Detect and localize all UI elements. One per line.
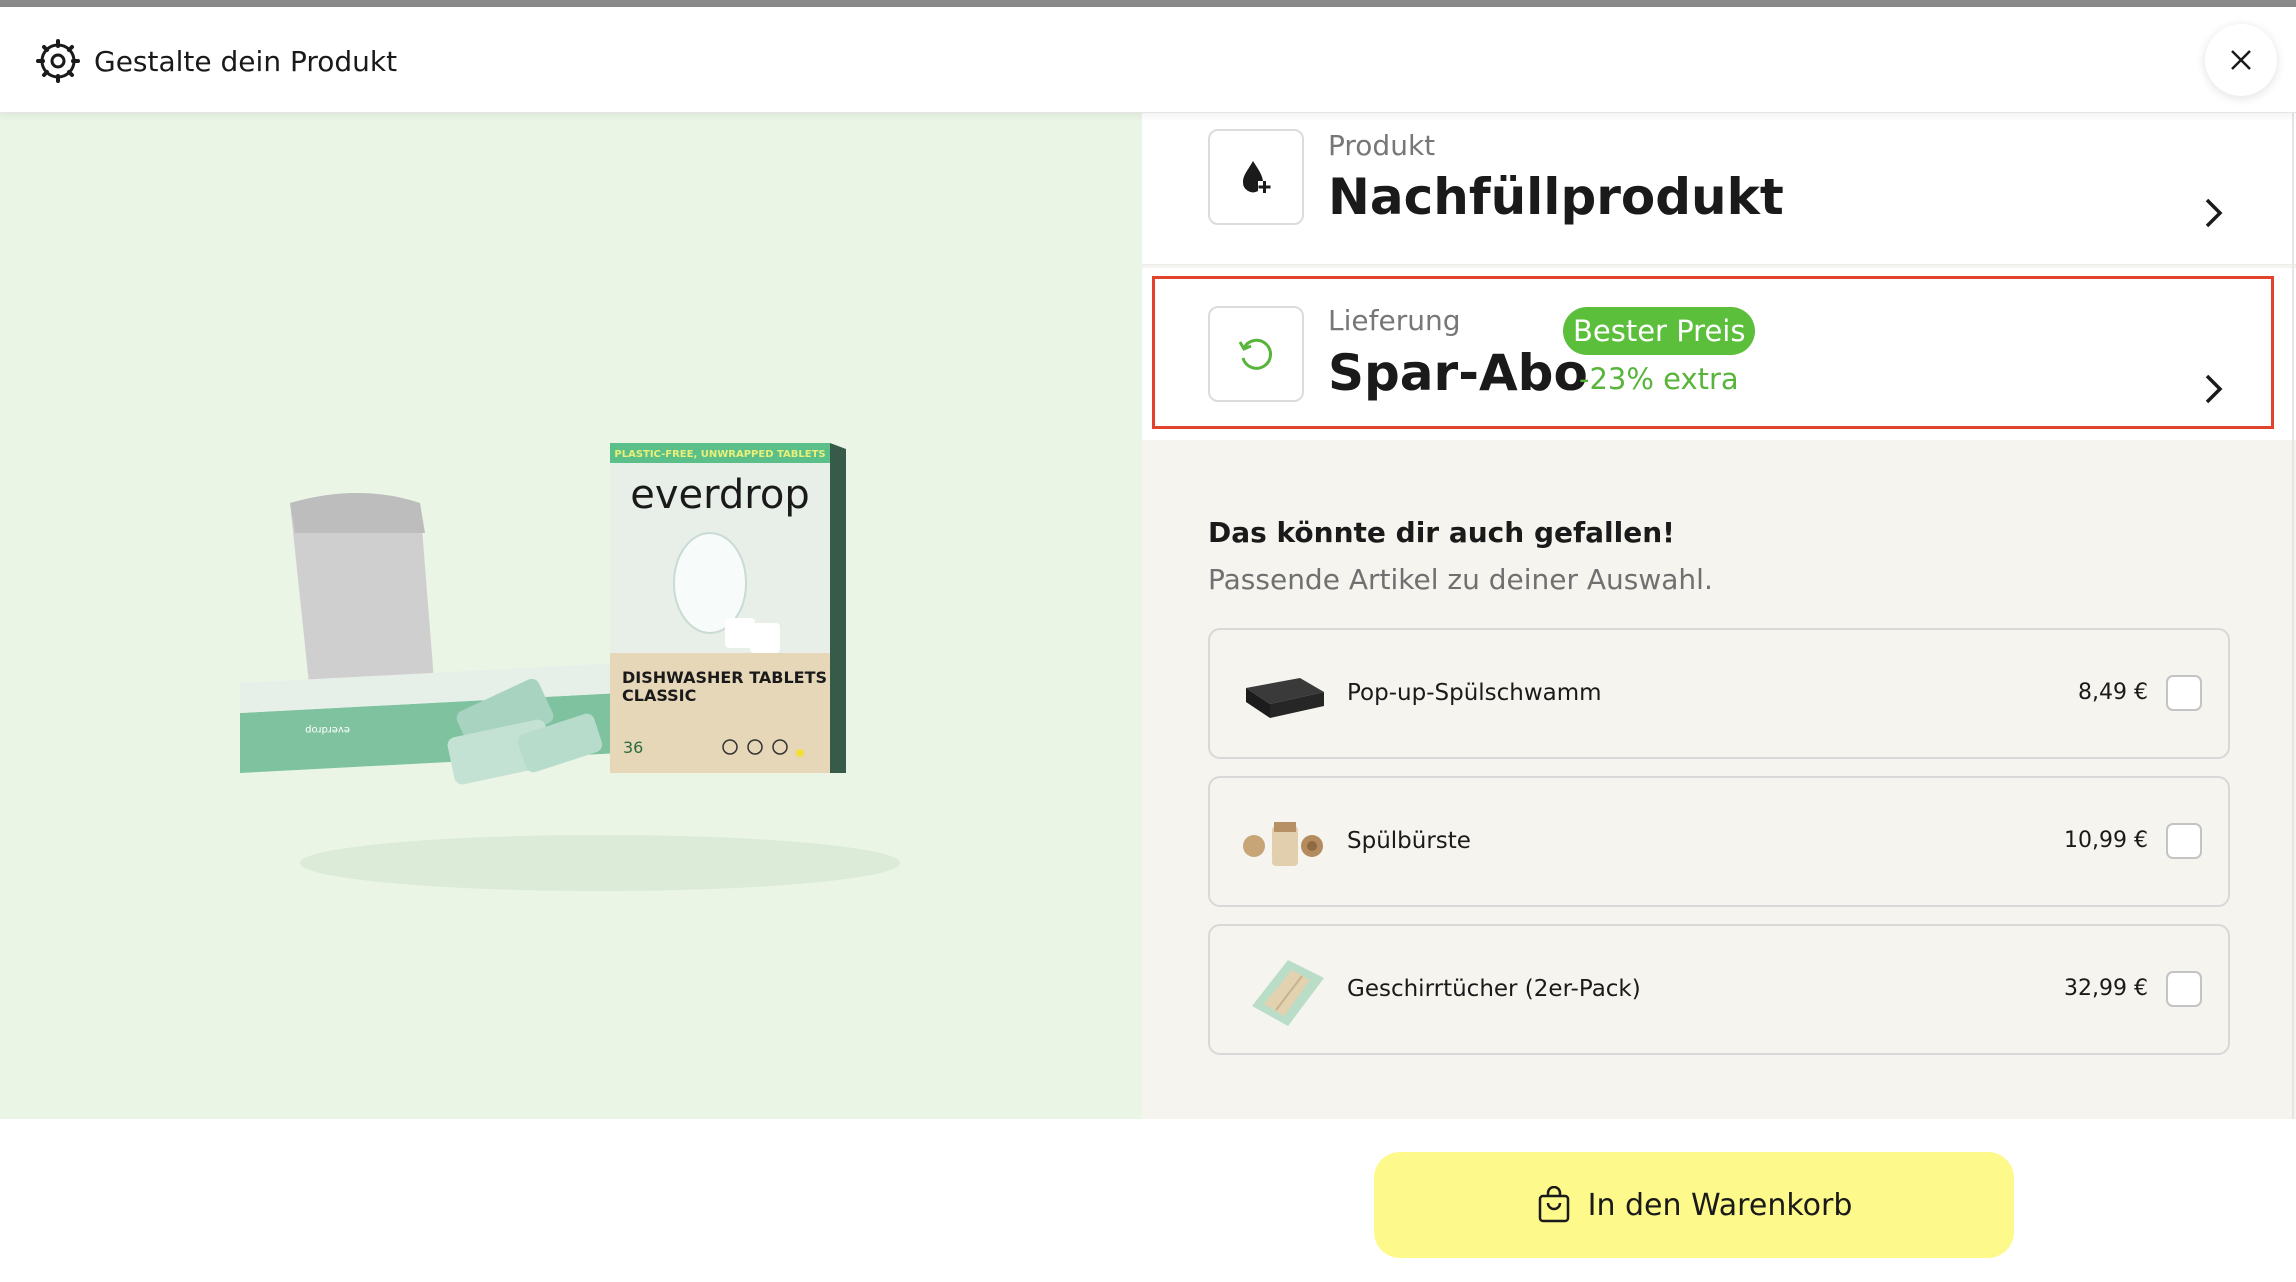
recommendation-card[interactable]: Pop-up-Spülschwamm 8,49 €: [1208, 628, 2230, 759]
recommendations-title: Das könnte dir auch gefallen!: [1208, 516, 1675, 549]
box-brand: everdrop: [630, 472, 809, 518]
recommendation-name: Spülbürste: [1347, 828, 1471, 854]
towel-thumbnail: [1252, 960, 1324, 1026]
refill-drop-icon: [1242, 161, 1271, 193]
side-box-label: everdrop: [305, 724, 350, 735]
recommendation-card[interactable]: Geschirrtücher (2er-Pack) 32,99 €: [1208, 924, 2230, 1055]
box-name-line2: CLASSIC: [622, 686, 696, 705]
product-preview: everdrop PLASTIC-FREE, UNWRAPPED TABLETS…: [0, 113, 1142, 1119]
recommendation-checkbox[interactable]: [2166, 823, 2202, 859]
close-icon: [2231, 50, 2251, 70]
recommendation-checkbox[interactable]: [2166, 971, 2202, 1007]
product-option-row[interactable]: Produkt Nachfüllprodukt: [1142, 113, 2296, 265]
product-image: everdrop PLASTIC-FREE, UNWRAPPED TABLETS…: [240, 443, 900, 891]
recommendation-name: Pop-up-Spülschwamm: [1347, 680, 1602, 706]
recommendations-subtitle: Passende Artikel zu deiner Auswahl.: [1208, 563, 1713, 596]
chevron-right-icon: [2205, 198, 2223, 228]
recommendation-name: Geschirrtücher (2er-Pack): [1347, 976, 1641, 1002]
product-option-label: Produkt: [1328, 129, 1436, 162]
recommendation-checkbox[interactable]: [2166, 675, 2202, 711]
product-option-icon-box: [1208, 129, 1304, 225]
modal-header: Gestalte dein Produkt: [0, 7, 2296, 113]
add-to-cart-label: In den Warenkorb: [1587, 1187, 1853, 1223]
close-button[interactable]: [2205, 24, 2277, 96]
configurator-modal: Gestalte dein Produkt everdrop PLASTIC-F…: [0, 0, 2296, 1282]
recommendation-price: 10,99 €: [2064, 828, 2148, 853]
recommendation-price: 32,99 €: [2064, 976, 2148, 1001]
scrollbar-track[interactable]: [2292, 113, 2294, 1119]
product-option-value: Nachfüllprodukt: [1328, 168, 1784, 226]
selection-highlight: [1152, 276, 2274, 429]
recommendation-price: 8,49 €: [2078, 680, 2148, 705]
top-edge: [0, 0, 2296, 7]
gear-icon: [36, 39, 80, 83]
box-banner: PLASTIC-FREE, UNWRAPPED TABLETS: [614, 449, 825, 460]
box-count: 36: [623, 738, 643, 757]
brush-thumbnail: [1243, 822, 1323, 866]
shopping-bag-icon: [1538, 1186, 1569, 1223]
box-name-line1: DISHWASHER TABLETS: [622, 668, 827, 687]
modal-title: Gestalte dein Produkt: [94, 45, 398, 78]
sponge-thumbnail: [1246, 678, 1324, 718]
add-to-cart-button[interactable]: In den Warenkorb: [1374, 1152, 2014, 1258]
recommendation-card[interactable]: Spülbürste 10,99 €: [1208, 776, 2230, 907]
